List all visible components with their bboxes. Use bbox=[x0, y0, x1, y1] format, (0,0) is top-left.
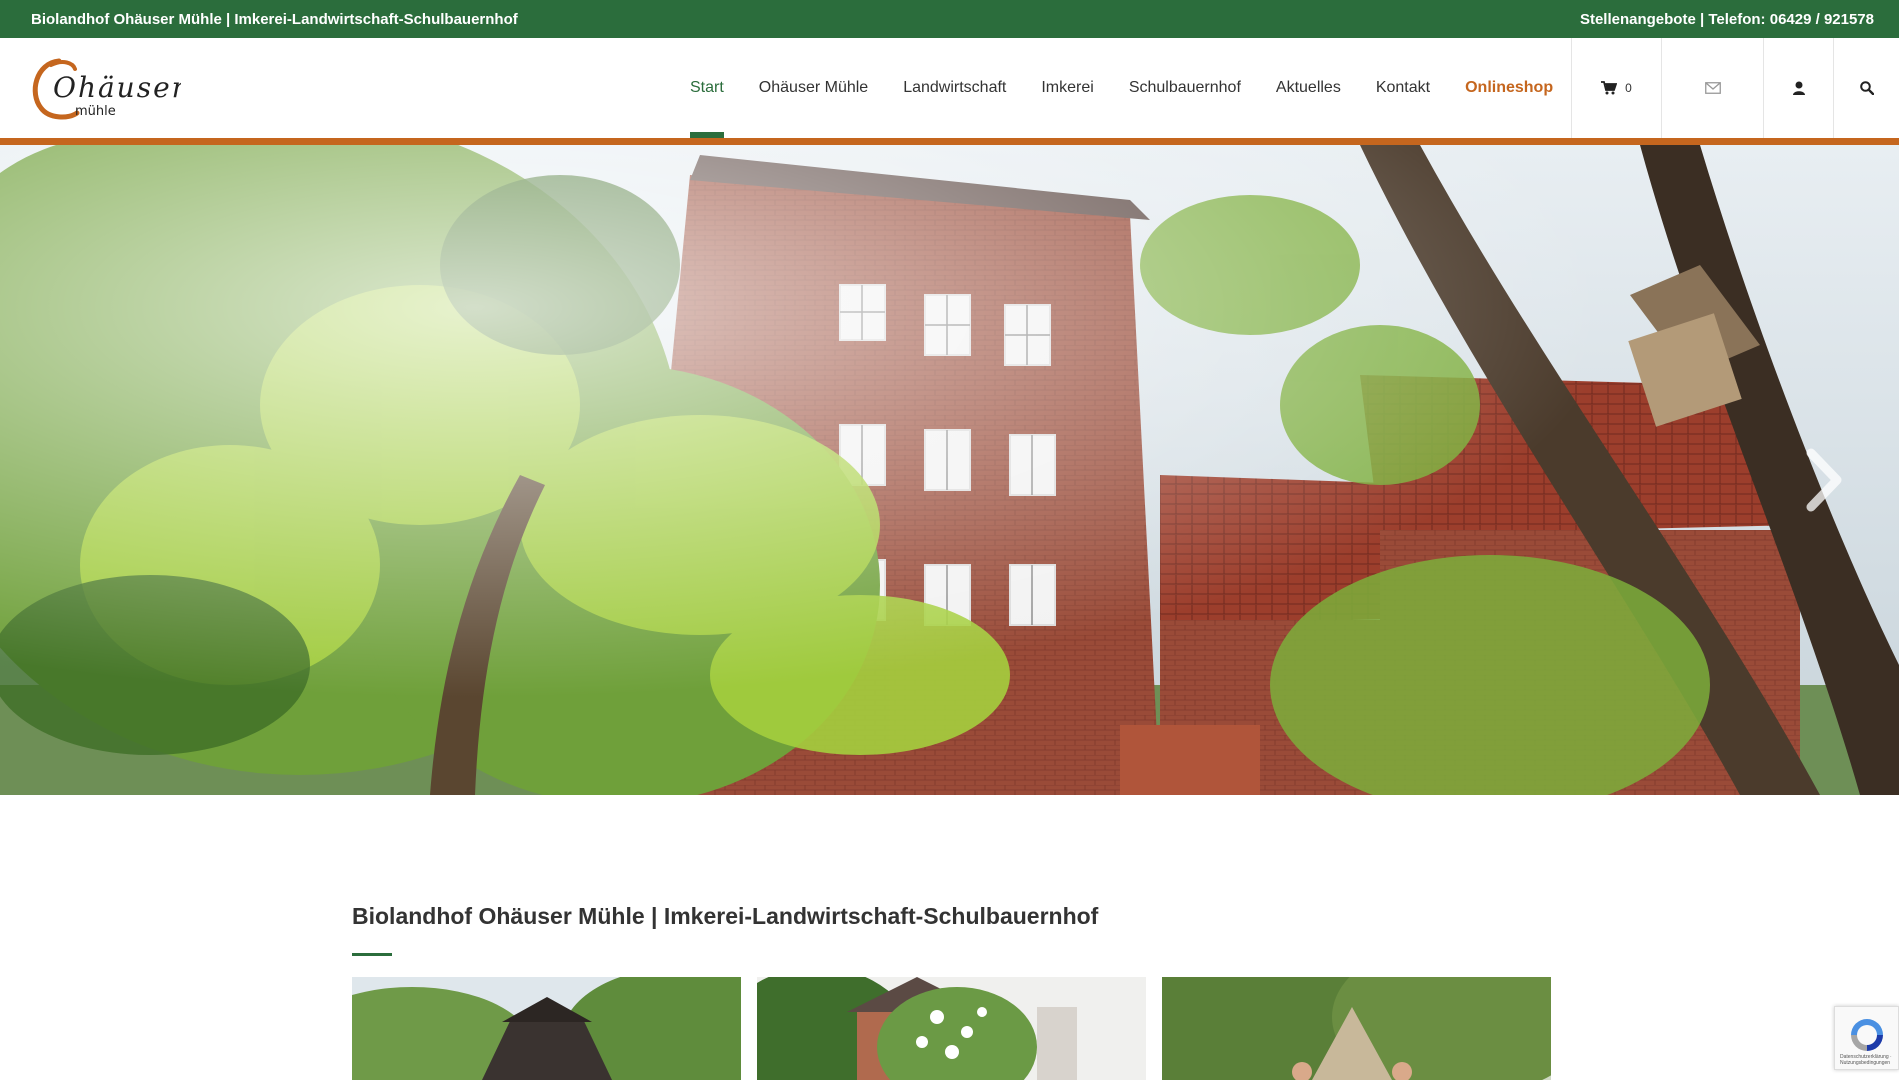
title-underline bbox=[352, 953, 392, 956]
teaser-image-2[interactable] bbox=[757, 977, 1146, 1080]
nav-onlineshop[interactable]: Onlineshop bbox=[1465, 38, 1553, 138]
teaser-image-1[interactable] bbox=[352, 977, 741, 1080]
teaser-image-3[interactable] bbox=[1162, 977, 1551, 1080]
site-logo[interactable]: Ohäuser mühle bbox=[31, 53, 185, 123]
search-icon bbox=[1859, 81, 1874, 95]
logo-word: Ohäuser bbox=[53, 71, 181, 104]
nav-landwirtschaft[interactable]: Landwirtschaft bbox=[903, 38, 1006, 138]
hero-slider[interactable] bbox=[0, 145, 1899, 795]
search-button[interactable] bbox=[1833, 38, 1899, 138]
nav-aktuelles[interactable]: Aktuelles bbox=[1276, 38, 1341, 138]
nav-kontakt[interactable]: Kontakt bbox=[1376, 38, 1430, 138]
hero-image bbox=[0, 145, 1899, 795]
nav-imkerei[interactable]: Imkerei bbox=[1041, 38, 1093, 138]
main-nav: Start Ohäuser Mühle Landwirtschaft Imker… bbox=[690, 38, 1553, 138]
header-icons: 0 bbox=[1571, 38, 1899, 138]
site-header: Ohäuser mühle Start Ohäuser Mühle Landwi… bbox=[0, 38, 1899, 138]
cart-button[interactable]: 0 bbox=[1571, 38, 1661, 138]
slider-next-icon[interactable] bbox=[1799, 445, 1849, 515]
top-bar: Biolandhof Ohäuser Mühle | Imkerei-Landw… bbox=[0, 0, 1899, 38]
nav-start[interactable]: Start bbox=[690, 38, 724, 138]
mail-button[interactable] bbox=[1661, 38, 1763, 138]
nav-schulbauernhof[interactable]: Schulbauernhof bbox=[1129, 38, 1241, 138]
recaptcha-links[interactable]: Datenschutzerklärung · Nutzungsbedingung… bbox=[1840, 1054, 1898, 1066]
cart-icon bbox=[1601, 81, 1618, 95]
top-bar-contact[interactable]: Stellenangebote | Telefon: 06429 / 92157… bbox=[1580, 11, 1874, 28]
cart-count: 0 bbox=[1625, 81, 1632, 95]
top-bar-title: Biolandhof Ohäuser Mühle | Imkerei-Landw… bbox=[31, 11, 518, 28]
mail-icon bbox=[1704, 82, 1721, 94]
recaptcha-icon bbox=[1851, 1019, 1883, 1051]
logo-sub: mühle bbox=[75, 104, 116, 119]
recaptcha-badge[interactable]: Datenschutzerklärung · Nutzungsbedingung… bbox=[1834, 1006, 1899, 1070]
header-accent-line bbox=[0, 138, 1899, 145]
account-button[interactable] bbox=[1763, 38, 1833, 138]
user-icon bbox=[1792, 81, 1805, 95]
nav-ohaeuser-muehle[interactable]: Ohäuser Mühle bbox=[759, 38, 868, 138]
page-title: Biolandhof Ohäuser Mühle | Imkerei-Landw… bbox=[352, 903, 1099, 929]
